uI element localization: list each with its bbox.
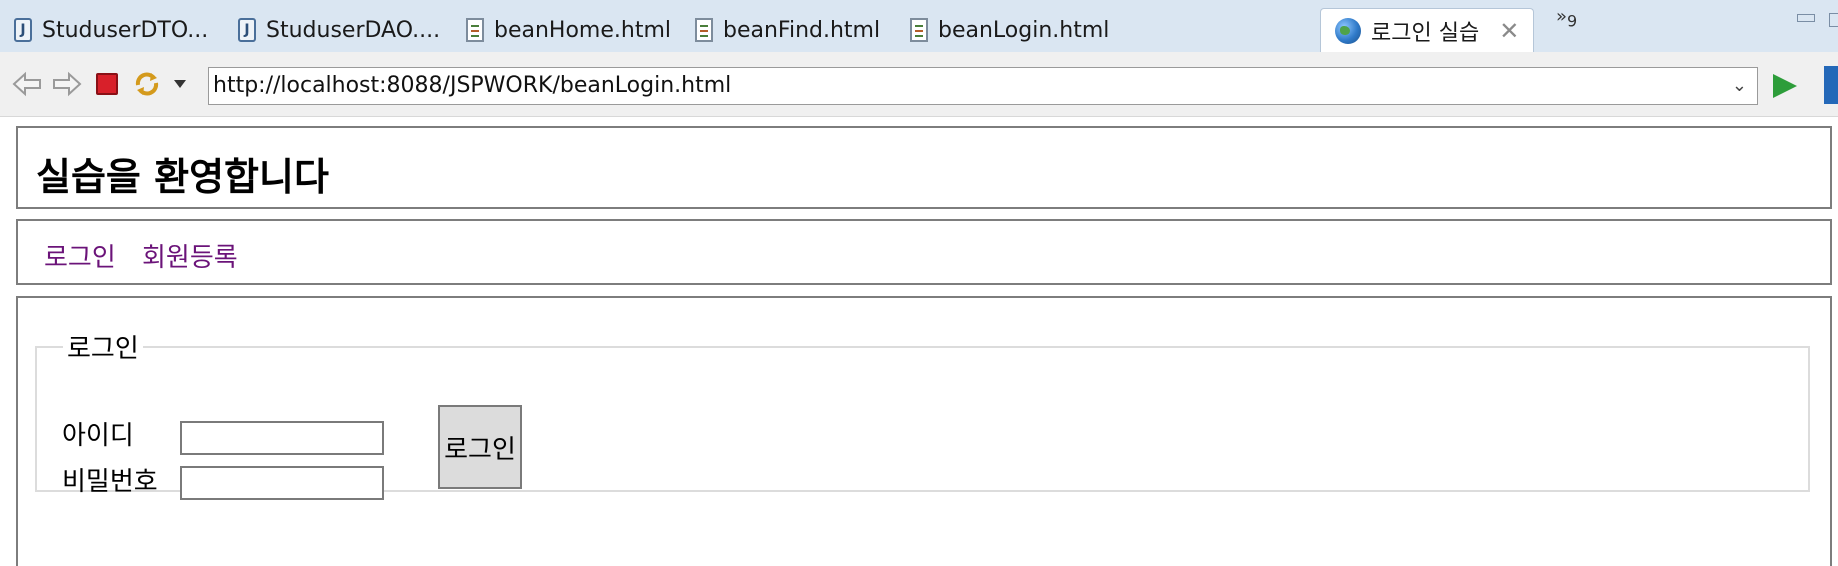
overflow-chevron-icon: » (1556, 6, 1568, 27)
login-fieldset: 로그인 아이디 비밀번호 로그인 (35, 328, 1810, 500)
browser-toolbar: http://localhost:8088/JSPWORK/beanLogin.… (0, 52, 1838, 117)
html-file-icon (466, 18, 484, 42)
editor-tab-bar: J StuduserDTO... J StuduserDAO.... beanH… (0, 0, 1838, 53)
java-file-icon: J (238, 18, 256, 42)
nav-link-register[interactable]: 회원등록 (142, 237, 238, 274)
maximize-button[interactable] (1829, 13, 1838, 27)
header-section: 실습을 환영합니다 (16, 126, 1832, 209)
overflow-count: 9 (1567, 11, 1578, 31)
back-button[interactable] (12, 70, 42, 98)
tab-beanlogin[interactable]: beanLogin.html (910, 8, 1109, 52)
minimize-button[interactable] (1797, 14, 1815, 22)
nav-section: 로그인 회원등록 (16, 219, 1832, 285)
refresh-dropdown[interactable] (170, 70, 190, 98)
back-arrow-icon (12, 71, 41, 97)
forward-arrow-icon (53, 71, 82, 97)
password-input[interactable] (180, 466, 384, 500)
tab-label: 로그인 실습 (1371, 21, 1480, 46)
page-title: 실습을 환영합니다 (36, 155, 329, 199)
forward-button[interactable] (52, 70, 82, 98)
chevron-down-icon[interactable]: ⌄ (1732, 68, 1747, 104)
tab-label: beanLogin.html (938, 17, 1110, 43)
password-label: 비밀번호 (62, 467, 158, 497)
html-file-icon (910, 18, 928, 42)
tab-studuserdto[interactable]: J StuduserDTO... (14, 8, 208, 52)
tab-label: StuduserDTO... (42, 17, 209, 43)
html-file-icon (695, 18, 713, 42)
tab-beanhome[interactable]: beanHome.html (466, 8, 671, 52)
java-file-icon: J (14, 18, 32, 42)
tab-label: beanHome.html (494, 17, 671, 43)
close-icon[interactable]: ✕ (1499, 17, 1519, 45)
toolbar-edge-button[interactable] (1824, 66, 1838, 104)
login-submit-button[interactable]: 로그인 (438, 405, 522, 489)
tab-studuserdao[interactable]: J StuduserDAO.... (238, 8, 440, 52)
tab-label: beanFind.html (723, 17, 881, 43)
refresh-button[interactable] (132, 70, 162, 98)
login-legend: 로그인 (67, 334, 139, 364)
stop-button[interactable] (96, 70, 118, 98)
tab-beanfind[interactable]: beanFind.html (695, 8, 880, 52)
globe-icon (1335, 18, 1361, 44)
id-input[interactable] (180, 421, 384, 455)
refresh-icon (135, 72, 159, 96)
go-button[interactable] (1773, 74, 1797, 98)
url-input[interactable]: http://localhost:8088/JSPWORK/beanLogin.… (208, 67, 1758, 105)
tab-label: StuduserDAO.... (266, 17, 441, 43)
tab-overflow-button[interactable]: »9 (1556, 6, 1577, 31)
tab-login-practice[interactable]: 로그인 실습 ✕ (1320, 8, 1535, 53)
id-label: 아이디 (62, 421, 134, 451)
url-text: http://localhost:8088/JSPWORK/beanLogin.… (213, 73, 732, 98)
stop-icon (96, 73, 118, 95)
nav-link-login[interactable]: 로그인 (44, 237, 116, 274)
main-section: 로그인 아이디 비밀번호 로그인 (16, 296, 1832, 566)
chevron-down-icon (174, 80, 186, 88)
